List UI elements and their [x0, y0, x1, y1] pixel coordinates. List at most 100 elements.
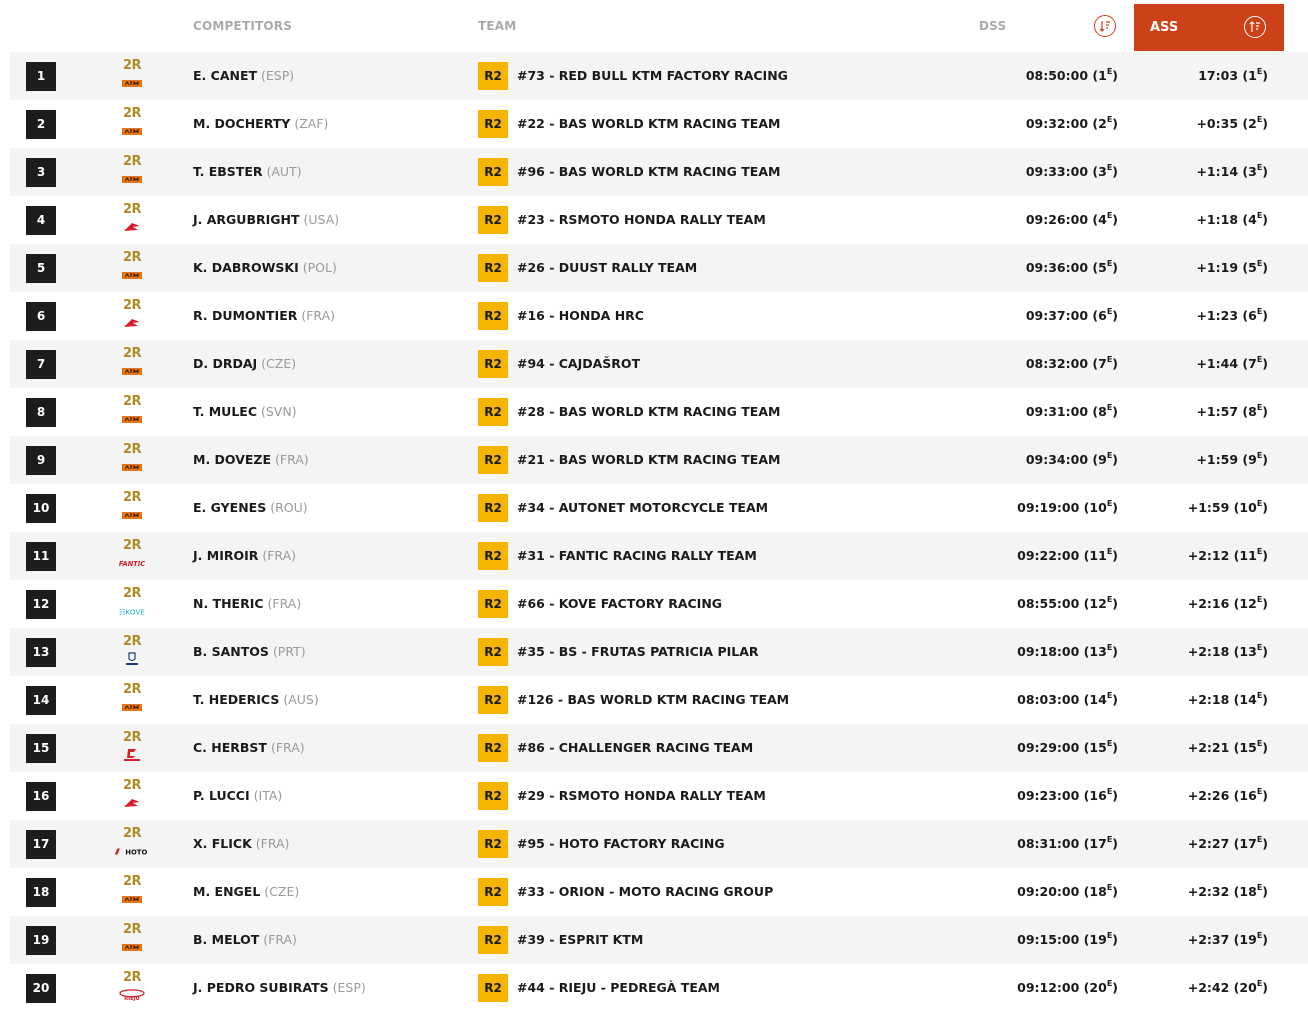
competitor-cell[interactable]: J. PEDRO SUBIRATS (ESP): [193, 964, 366, 1012]
ordinal-suffix: E: [1256, 835, 1263, 844]
dss-time: 09:20:00: [1017, 884, 1080, 899]
competitor-cell[interactable]: M. DOCHERTY (ZAF): [193, 100, 328, 148]
hoto-logo-icon: HOTO: [114, 844, 150, 858]
competitor-cell[interactable]: C. HERBST (FRA): [193, 724, 305, 772]
ass-time-cell: +2:42 (20E): [1187, 979, 1268, 996]
sort-dss-icon[interactable]: [1094, 15, 1116, 37]
competitor-name[interactable]: R. DUMONTIER: [193, 308, 297, 323]
table-row[interactable]: 8 2R T. MULEC (SVN) R2 #28 - BAS WORLD KTM R…: [10, 388, 1308, 436]
dss-time-cell: 09:19:00 (10E): [1017, 499, 1118, 516]
dss-time-cell: 08:50:00 (1E): [1025, 67, 1118, 84]
dss-time-cell: 09:26:00 (4E): [1025, 211, 1118, 228]
rank-badge: 10: [26, 494, 56, 523]
ass-time-cell: +1:19 (5E): [1196, 259, 1268, 276]
table-row[interactable]: 12 2R ☷KOVE N. THERIC (FRA) R2 #66 - KOVE FAC…: [10, 580, 1308, 628]
ass-position: 9: [1248, 452, 1257, 467]
team-name: #31 - FANTIC RACING RALLY TEAM: [517, 548, 757, 563]
table-row[interactable]: 11 2R FANTIC J. MIROIR (FRA) R2 #31 - FANTIC …: [10, 532, 1308, 580]
competitor-cell[interactable]: R. DUMONTIER (FRA): [193, 292, 335, 340]
competitor-cell[interactable]: B. SANTOS (PRT): [193, 628, 306, 676]
ordinal-suffix: E: [1256, 259, 1263, 268]
competitor-cell[interactable]: T. EBSTER (AUT): [193, 148, 302, 196]
ktm-logo-icon: [114, 460, 150, 474]
competitor-cell[interactable]: M. ENGEL (CZE): [193, 868, 299, 916]
competitor-name[interactable]: X. FLICK: [193, 836, 252, 851]
table-row[interactable]: 2 2R M. DOCHERTY (ZAF) R2 #22 - BAS WORLD KT…: [10, 100, 1308, 148]
class-badge: R2: [478, 686, 508, 714]
competitor-cell[interactable]: X. FLICK (FRA): [193, 820, 289, 868]
svg-text:☷KOVE: ☷KOVE: [119, 607, 145, 615]
competitor-name[interactable]: N. THERIC: [193, 596, 264, 611]
competitor-name[interactable]: C. HERBST: [193, 740, 267, 755]
ordinal-suffix: E: [1106, 355, 1113, 364]
ass-time: +1:59: [1187, 500, 1230, 515]
table-row[interactable]: 13 2R B. SANTOS (PRT) R2 #35 - BS - FRUTAS P…: [10, 628, 1308, 676]
competitor-cell[interactable]: T. MULEC (SVN): [193, 388, 297, 436]
table-row[interactable]: 18 2R M. ENGEL (CZE) R2 #33 - ORION - MOTO R…: [10, 868, 1308, 916]
competitor-cell[interactable]: J. MIROIR (FRA): [193, 532, 296, 580]
competitor-name[interactable]: M. DOVEZE: [193, 452, 271, 467]
table-row[interactable]: 6 2R R. DUMONTIER (FRA) R2 #16 - HONDA HRC 09…: [10, 292, 1308, 340]
competitor-cell[interactable]: E. CANET (ESP): [193, 52, 294, 100]
table-row[interactable]: 7 2R D. DRDAJ (CZE) R2 #94 - CAJDAŠROT 08:32:…: [10, 340, 1308, 388]
table-row[interactable]: 17 2R HOTO X. FLICK (FRA) R2 #95 - HOTO FACTO…: [10, 820, 1308, 868]
table-row[interactable]: 16 2R P. LUCCI (ITA) R2 #29 - RSMOTO HONDA R…: [10, 772, 1308, 820]
ass-position: 8: [1248, 404, 1257, 419]
competitor-name[interactable]: B. MELOT: [193, 932, 259, 947]
table-row[interactable]: 9 2R M. DOVEZE (FRA) R2 #21 - BAS WORLD KTM …: [10, 436, 1308, 484]
competitor-name[interactable]: M. DOCHERTY: [193, 116, 290, 131]
manufacturer-logo: 2R: [114, 154, 150, 190]
competitor-name[interactable]: J. PEDRO SUBIRATS: [193, 980, 329, 995]
column-header-competitors[interactable]: COMPETITORS: [193, 0, 292, 52]
competitor-cell[interactable]: T. HEDERICS (AUS): [193, 676, 319, 724]
dss-time-cell: 09:33:00 (3E): [1025, 163, 1118, 180]
competitor-name[interactable]: K. DABROWSKI: [193, 260, 299, 275]
ordinal-suffix: E: [1106, 451, 1113, 460]
competitor-name[interactable]: T. MULEC: [193, 404, 257, 419]
table-row[interactable]: 15 2R C. HERBST (FRA) R2 #86 - CHALLENGER RA…: [10, 724, 1308, 772]
competitor-cell[interactable]: B. MELOT (FRA): [193, 916, 297, 964]
team-name: #95 - HOTO FACTORY RACING: [517, 836, 725, 851]
table-row[interactable]: 19 2R B. MELOT (FRA) R2 #39 - ESPRIT KTM 09:1…: [10, 916, 1308, 964]
dss-time: 09:19:00: [1017, 500, 1080, 515]
competitor-name[interactable]: T. HEDERICS: [193, 692, 279, 707]
column-header-ass-active[interactable]: ASS: [1134, 4, 1284, 51]
category-label: 2R: [122, 874, 142, 889]
category-label: 2R: [122, 634, 142, 649]
column-header-team[interactable]: TEAM: [478, 0, 516, 52]
dss-position: 10: [1089, 500, 1107, 515]
competitor-name[interactable]: P. LUCCI: [193, 788, 250, 803]
competitor-name[interactable]: M. ENGEL: [193, 884, 260, 899]
table-row[interactable]: 1 2R E. CANET (ESP) R2 #73 - RED BULL KTM FA…: [10, 52, 1308, 100]
competitor-name[interactable]: T. EBSTER: [193, 164, 263, 179]
table-row[interactable]: 3 2R T. EBSTER (AUT) R2 #96 - BAS WORLD KTM …: [10, 148, 1308, 196]
competitor-cell[interactable]: E. GYENES (ROU): [193, 484, 308, 532]
category-label: 2R: [122, 682, 142, 697]
table-row[interactable]: 5 2R K. DABROWSKI (POL) R2 #26 - DUUST RALLY…: [10, 244, 1308, 292]
competitor-cell[interactable]: D. DRDAJ (CZE): [193, 340, 296, 388]
table-row[interactable]: 20 2R RIEJU J. PEDRO SUBIRATS (ESP) R2 #44 - …: [10, 964, 1308, 1012]
competitor-name[interactable]: B. SANTOS: [193, 644, 269, 659]
table-row[interactable]: 10 2R E. GYENES (ROU) R2 #34 - AUTONET MOTOR…: [10, 484, 1308, 532]
manufacturer-logo: 2R: [114, 250, 150, 286]
competitor-name[interactable]: E. GYENES: [193, 500, 266, 515]
competitor-name[interactable]: J. ARGUBRIGHT: [193, 212, 300, 227]
competitor-cell[interactable]: P. LUCCI (ITA): [193, 772, 282, 820]
team-name: #35 - BS - FRUTAS PATRICIA PILAR: [517, 644, 759, 659]
ass-time: +0:35: [1196, 116, 1239, 131]
competitor-cell[interactable]: K. DABROWSKI (POL): [193, 244, 337, 292]
competitor-name[interactable]: J. MIROIR: [193, 548, 258, 563]
competitor-name[interactable]: D. DRDAJ: [193, 356, 257, 371]
svg-text:RIEJU: RIEJU: [124, 996, 139, 1002]
competitor-name[interactable]: E. CANET: [193, 68, 257, 83]
ass-position: 5: [1248, 260, 1257, 275]
ordinal-suffix: E: [1106, 163, 1113, 172]
table-row[interactable]: 4 2R J. ARGUBRIGHT (USA) R2 #23 - RSMOTO HON…: [10, 196, 1308, 244]
table-row[interactable]: 14 2R T. HEDERICS (AUS) R2 #126 - BAS WORLD …: [10, 676, 1308, 724]
sort-ass-icon[interactable]: [1244, 16, 1266, 38]
competitor-cell[interactable]: J. ARGUBRIGHT (USA): [193, 196, 339, 244]
competitor-cell[interactable]: M. DOVEZE (FRA): [193, 436, 309, 484]
column-header-dss[interactable]: DSS: [979, 0, 1006, 52]
competitor-cell[interactable]: N. THERIC (FRA): [193, 580, 301, 628]
ass-time: +2:32: [1187, 884, 1230, 899]
